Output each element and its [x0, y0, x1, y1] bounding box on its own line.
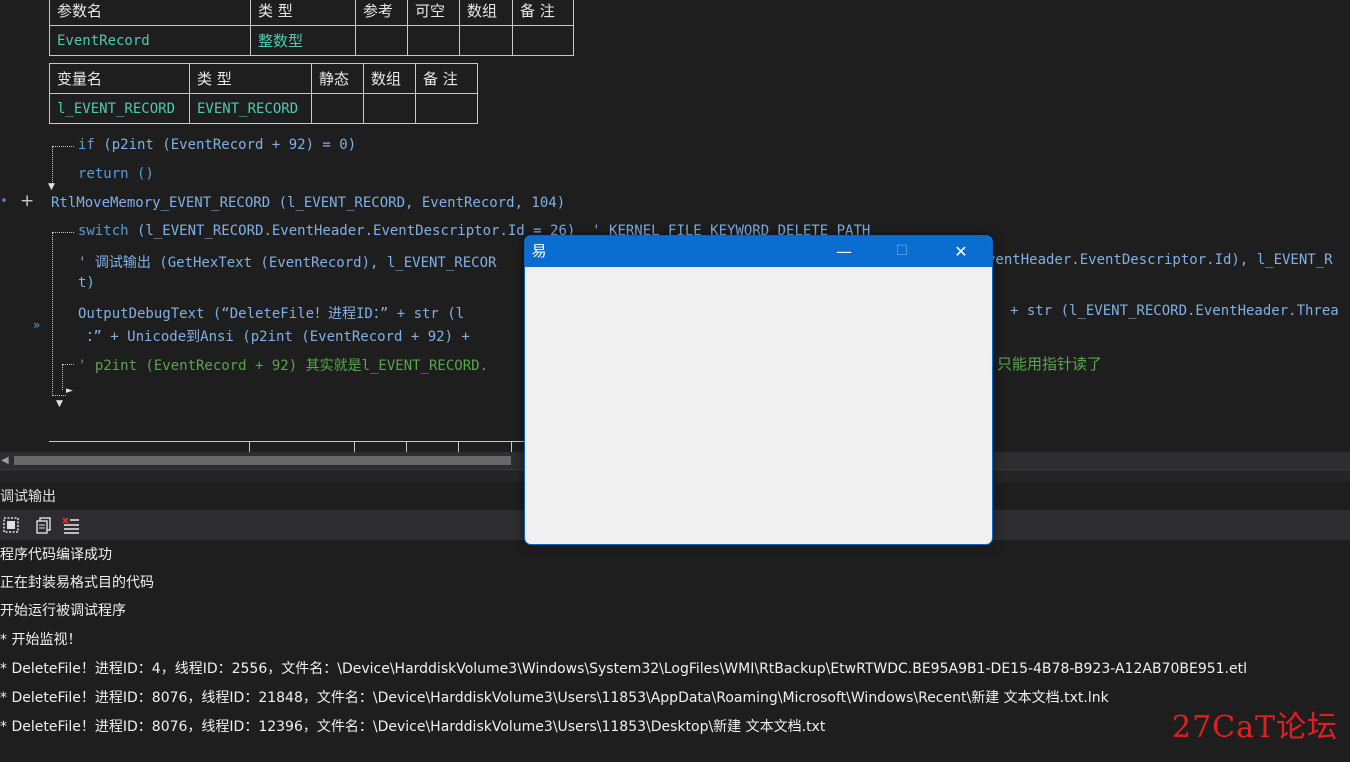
maximize-icon: ☐ — [895, 243, 909, 259]
minimize-icon[interactable]: — — [821, 236, 867, 267]
breakpoint-dot-icon[interactable]: • — [0, 194, 8, 210]
params-header-type: 类 型 — [250, 0, 356, 26]
params-header-nullable: 可空 — [407, 0, 460, 26]
expand-plus-icon[interactable]: + — [20, 191, 34, 211]
output-line: * 开始监视！ — [0, 632, 82, 648]
var-static-cell[interactable] — [311, 93, 364, 124]
window-titlebar[interactable]: 易 — ☐ ✕ — [525, 236, 992, 267]
code-line-debug-comment-a[interactable]: ' 调试输出 (GetHexText (EventRecord), l_EVEN… — [78, 252, 496, 272]
params-header-note: 备 注 — [512, 0, 574, 26]
keyword-switch: switch — [78, 223, 129, 239]
param-ref-cell[interactable] — [355, 25, 408, 56]
flow-guide-if-vertical — [52, 146, 53, 184]
vars-header-name: 变量名 — [49, 63, 190, 94]
var-name-cell[interactable]: l_EVENT_RECORD — [49, 93, 190, 124]
code-line-debug-comment-wrap[interactable]: t) — [78, 275, 95, 291]
forum-watermark: 27CaT论坛 — [1172, 710, 1339, 745]
output-line: * DeleteFile！进程ID：8076，线程ID：12396，文件名：\D… — [0, 719, 826, 735]
app-logo-icon: 易 — [531, 242, 547, 260]
vars-row[interactable]: l_EVENT_RECORD EVENT_RECORD — [49, 93, 478, 124]
current-line-marker-icon[interactable]: » — [33, 318, 40, 332]
code-line-outputdebugtext-a[interactable]: OutputDebugText (“DeleteFile！进程ID：” + st… — [78, 303, 464, 323]
output-line: * DeleteFile！进程ID：4，线程ID：2556，文件名：\Devic… — [0, 661, 1247, 677]
code-line-return[interactable]: return () — [78, 166, 154, 182]
code-line-outputdebugtext-wrap[interactable]: ：” + Unicode到Ansi (p2int (EventRecord + … — [78, 326, 469, 346]
program-window[interactable]: 易 — ☐ ✕ — [524, 235, 993, 545]
params-row[interactable]: EventRecord 整数型 — [49, 25, 574, 56]
param-nullable-cell[interactable] — [407, 25, 460, 56]
flow-arrow-down-end-icon: ▼ — [56, 399, 63, 409]
vars-header-row: 变量名 类 型 静态 数组 备 注 — [49, 63, 478, 94]
flow-arrow-right-icon: ► — [66, 386, 73, 396]
flow-guide-end — [52, 395, 66, 396]
code-line-rtlmovememory[interactable]: RtlMoveMemory_EVENT_RECORD (l_EVENT_RECO… — [51, 195, 565, 211]
param-array-cell[interactable] — [459, 25, 513, 56]
debug-output-title: 调试输出 — [0, 489, 56, 505]
var-note-cell[interactable] — [415, 93, 478, 124]
code-line-debug-comment-b[interactable]: ventHeader.EventDescriptor.Id), l_EVENT_… — [987, 252, 1333, 268]
debug-output-list[interactable]: 程序代码编译成功 正在封装易格式目的代码 开始运行被调试程序 * 开始监视！ *… — [0, 540, 1350, 762]
vars-table: 变量名 类 型 静态 数组 备 注 l_EVENT_RECORD EVENT_R… — [49, 63, 478, 124]
copy-icon[interactable] — [35, 516, 53, 534]
vars-header-note: 备 注 — [415, 63, 478, 94]
flow-guide-if — [52, 146, 74, 147]
flow-guide-default-vertical — [62, 364, 63, 390]
close-icon[interactable]: ✕ — [938, 236, 984, 267]
params-header-name: 参数名 — [49, 0, 251, 26]
flow-arrow-down-icon: ▼ — [48, 182, 55, 192]
params-header-row: 参数名 类 型 参考 可空 数组 备 注 — [49, 0, 574, 26]
flow-guide-switch — [52, 232, 74, 233]
param-type-cell[interactable]: 整数型 — [250, 25, 356, 56]
output-line: * DeleteFile！进程ID：8076，线程ID：21848，文件名：\D… — [0, 690, 1109, 706]
code-if-condition: (p2int (EventRecord + 92) = 0) — [94, 137, 357, 153]
scroll-left-arrow-icon[interactable]: ◀ — [1, 455, 9, 466]
clear-list-icon[interactable] — [62, 516, 80, 534]
output-line: 程序代码编译成功 — [0, 547, 112, 563]
scrollbar-thumb[interactable] — [14, 456, 511, 465]
code-line-comment-b[interactable]: 只能用指针读了 — [997, 353, 1102, 374]
output-line: 开始运行被调试程序 — [0, 603, 126, 619]
params-header-ref: 参考 — [355, 0, 408, 26]
vars-header-static: 静态 — [311, 63, 364, 94]
param-note-cell[interactable] — [512, 25, 574, 56]
window-client-area[interactable] — [525, 267, 992, 544]
var-array-cell[interactable] — [363, 93, 416, 124]
output-line: 正在封装易格式目的代码 — [0, 575, 154, 591]
select-all-icon[interactable] — [2, 516, 20, 534]
next-table-edge — [49, 441, 569, 452]
param-name-cell[interactable]: EventRecord — [49, 25, 251, 56]
code-line-if[interactable]: if (p2int (EventRecord + 92) = 0) — [78, 137, 356, 153]
params-table: 参数名 类 型 参考 可空 数组 备 注 EventRecord 整数型 — [49, 0, 574, 56]
vars-header-array: 数组 — [363, 63, 416, 94]
var-type-cell[interactable]: EVENT_RECORD — [189, 93, 312, 124]
code-line-outputdebugtext-b[interactable]: + str (l_EVENT_RECORD.EventHeader.Threa — [1010, 303, 1339, 319]
params-header-array: 数组 — [459, 0, 513, 26]
code-line-comment-a[interactable]: ' p2int (EventRecord + 92) 其实就是l_EVENT_R… — [78, 355, 488, 375]
vars-header-type: 类 型 — [189, 63, 312, 94]
flow-guide-default — [62, 364, 74, 365]
flow-guide-switch-vertical — [52, 232, 53, 396]
keyword-if: if — [78, 137, 95, 153]
